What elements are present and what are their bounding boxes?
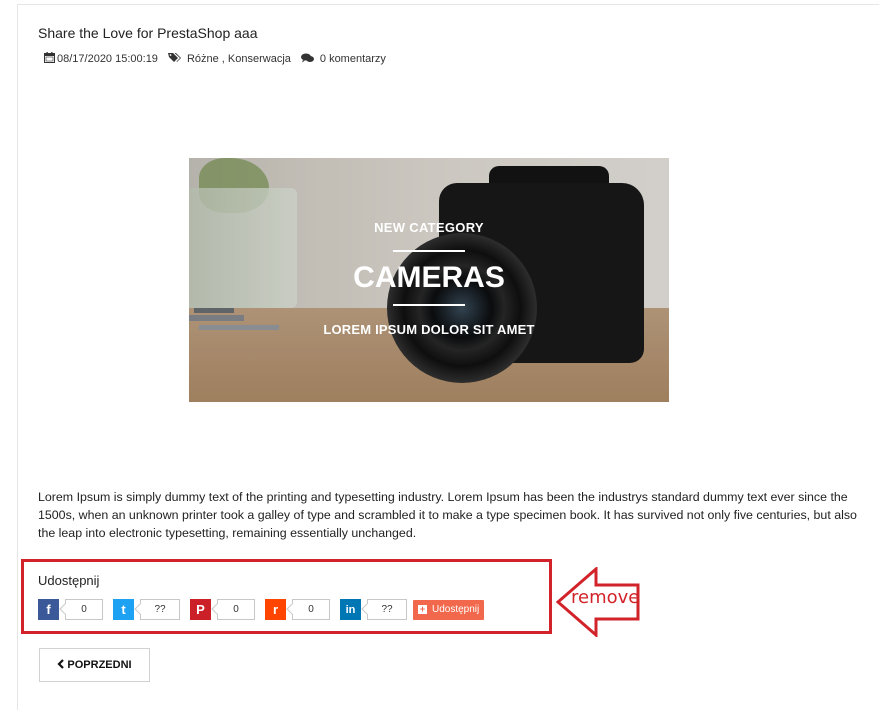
pinterest-share-count: 0: [217, 599, 255, 620]
more-share-button[interactable]: + Udostępnij: [413, 599, 485, 620]
banner-subline: LOREM IPSUM DOLOR SIT AMET: [323, 322, 535, 337]
plus-icon: +: [418, 604, 427, 614]
chevron-left-icon: [57, 658, 65, 672]
banner-headline: CAMERAS: [353, 261, 505, 294]
post-categories[interactable]: Różne , Konserwacja: [187, 53, 291, 65]
post-title: Share the Love for PrestaShop aaa: [38, 25, 258, 41]
share-buttons: f 0 t ?? P 0 r 0 in ?? + Udostępnij: [38, 599, 485, 620]
banner-divider: [393, 304, 465, 306]
more-share-label: Udostępnij: [432, 604, 480, 615]
category-banner-image[interactable]: NEW CATEGORY CAMERAS LOREM IPSUM DOLOR S…: [189, 158, 669, 402]
comments-icon: [300, 53, 314, 66]
post-meta: 08/17/2020 15:00:19 Różne , Konserwacja …: [44, 52, 386, 66]
calendar-icon: [44, 52, 55, 66]
banner-kicker: NEW CATEGORY: [374, 220, 484, 235]
linkedin-icon: in: [345, 603, 356, 616]
reddit-share-count: 0: [292, 599, 330, 620]
facebook-share-count: 0: [65, 599, 103, 620]
twitter-share-count: ??: [140, 599, 180, 620]
linkedin-share-count: ??: [367, 599, 407, 620]
pinterest-share-button[interactable]: P: [190, 599, 211, 620]
twitter-icon: t: [121, 602, 126, 617]
post-date: 08/17/2020 15:00:19: [57, 53, 158, 65]
banner-divider: [393, 250, 465, 252]
annotation-highlight-box: [21, 559, 552, 634]
share-label: Udostępnij: [38, 573, 100, 588]
tags-icon: [167, 52, 181, 66]
reddit-share-button[interactable]: r: [265, 599, 286, 620]
facebook-icon: f: [46, 602, 51, 617]
previous-post-button[interactable]: POPRZEDNI: [39, 648, 150, 682]
previous-post-label: POPRZEDNI: [67, 659, 132, 671]
post-body: Lorem Ipsum is simply dummy text of the …: [38, 490, 857, 540]
reddit-icon: r: [272, 602, 279, 617]
twitter-share-button[interactable]: t: [113, 599, 134, 620]
facebook-share-button[interactable]: f: [38, 599, 59, 620]
pinterest-icon: P: [196, 602, 205, 617]
annotation-remove-label: remove: [571, 587, 640, 608]
linkedin-share-button[interactable]: in: [340, 599, 361, 620]
post-comments-count[interactable]: 0 komentarzy: [320, 53, 386, 65]
